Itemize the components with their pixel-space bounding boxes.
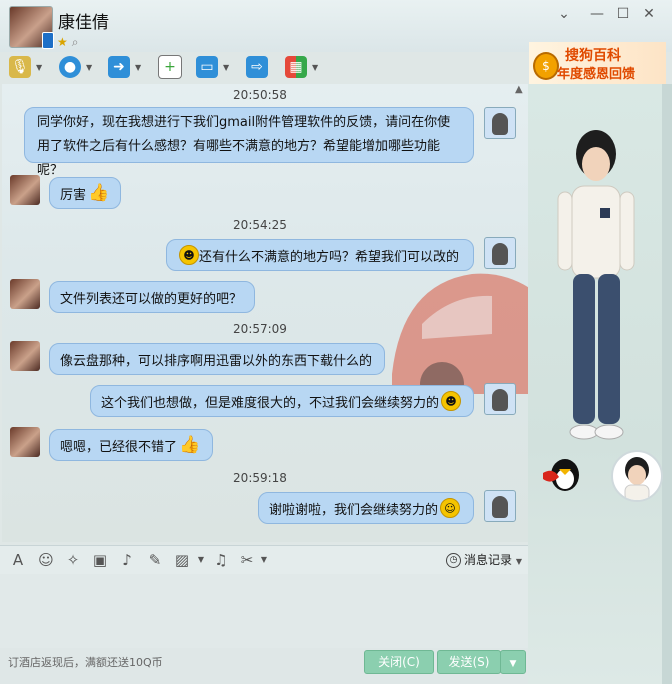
video-clip-icon[interactable]: ▣ xyxy=(90,550,110,570)
smile-emoji-icon: ☺ xyxy=(440,498,461,518)
timestamp: 20:50:58 xyxy=(233,88,287,102)
grin-emoji-icon: ☻ xyxy=(441,391,462,411)
send-options-button[interactable]: ▼ xyxy=(500,650,526,674)
message-bubble-sent[interactable]: 谢啦谢啦，我们会继续努力的 ☺ xyxy=(258,492,474,524)
message-bubble-sent[interactable]: ☻ 还有什么不满意的地方吗？希望我们可以改的 xyxy=(166,239,474,271)
voice-message-icon[interactable]: ♪ xyxy=(117,550,137,570)
history-label: 消息记录 xyxy=(464,553,513,567)
my-avatar[interactable] xyxy=(484,237,516,269)
share-screen-button[interactable]: ⇨ xyxy=(246,54,268,80)
friend-avatar[interactable] xyxy=(10,427,40,457)
message-text: 嗯嗯，已经很不错了 xyxy=(60,439,178,455)
chevron-down-icon: ▼ xyxy=(509,659,517,669)
sms-button[interactable]: + xyxy=(158,54,182,80)
screen-share-icon: ⇨ xyxy=(246,56,268,78)
handwriting-icon[interactable]: ✎ xyxy=(145,550,165,570)
close-chat-button[interactable]: 关闭(C) xyxy=(364,650,434,674)
ad-line2: 年度感恩回馈 xyxy=(557,67,636,82)
message-list[interactable]: ▲ 20:50:58 同学你好，现在我想进行下我们gmail附件管理软件的反馈，… xyxy=(2,84,528,542)
contact-avatar[interactable] xyxy=(9,6,54,49)
maximize-button[interactable]: ☐ xyxy=(614,6,632,22)
remote-desktop-button[interactable]: ▭ ▼ xyxy=(196,54,229,80)
message-bubble-received[interactable]: 嗯嗯，已经很不错了 👍 xyxy=(49,429,213,461)
message-text: 还有什么不满意的地方吗？希望我们可以改的 xyxy=(199,249,460,265)
message-bubble-received[interactable]: 厉害 👍 xyxy=(49,177,121,209)
close-button[interactable]: ✕ xyxy=(640,6,658,22)
status-icons: ★ ⌕ xyxy=(57,35,83,50)
clock-icon: ◷ xyxy=(446,553,461,568)
show-panel xyxy=(528,84,672,684)
apps-grid-icon: ▦ xyxy=(285,56,307,78)
nudge-icon[interactable]: ✧ xyxy=(63,550,83,570)
message-bubble-sent[interactable]: 这个我们也想做，但是难度很大的，不过我们会继续努力的 ☻ xyxy=(90,385,474,417)
friend-show-avatar[interactable] xyxy=(611,450,663,502)
camera-icon: ● xyxy=(59,56,81,78)
microphone-icon: 🎙 xyxy=(9,56,31,78)
message-input[interactable] xyxy=(0,574,528,648)
right-scrollbar[interactable] xyxy=(662,84,672,684)
message-bubble-sent[interactable]: 同学你好，现在我想进行下我们gmail附件管理软件的反馈，请问在你使用了软件之后… xyxy=(24,107,474,178)
chevron-down-icon[interactable]: ▼ xyxy=(254,550,274,570)
contact-name[interactable]: 康佳倩 xyxy=(58,8,109,33)
friend-show-avatar-illustration xyxy=(624,457,650,500)
friend-avatar[interactable] xyxy=(10,341,40,371)
message-text: 谢啦谢啦，我们会继续努力的 xyxy=(269,502,439,518)
ad-line1: 搜狗百科 xyxy=(565,48,621,64)
my-avatar[interactable] xyxy=(484,107,516,139)
chevron-down-icon: ▼ xyxy=(312,62,319,72)
message-bubble-received[interactable]: 像云盘那种，可以排序啊用迅雷以外的东西下载什么的 xyxy=(49,343,385,375)
qq-penguin-icon[interactable] xyxy=(539,455,583,495)
chevron-down-icon: ▼ xyxy=(135,62,142,72)
link-icon[interactable]: ⌕ xyxy=(72,35,79,49)
image-icon[interactable]: ▨ xyxy=(172,550,192,570)
chevron-down-icon: ▼ xyxy=(223,62,230,72)
my-avatar[interactable] xyxy=(484,490,516,522)
chevron-down-icon: ▼ xyxy=(36,62,43,72)
monitor-icon: ▭ xyxy=(196,56,218,78)
chevron-down-icon: ▼ xyxy=(515,557,522,566)
font-icon[interactable]: A xyxy=(8,550,28,570)
timestamp: 20:54:25 xyxy=(233,218,287,232)
coin-icon: $ xyxy=(533,52,559,80)
folder-send-icon: ➜ xyxy=(108,56,130,78)
file-transfer-button[interactable]: ➜ ▼ xyxy=(108,54,141,80)
message-text: 文件列表还可以做的更好的吧？ xyxy=(60,291,243,307)
avatar-figure-illustration xyxy=(557,130,635,440)
thumbs-up-icon: 👍 xyxy=(88,183,110,203)
timestamp: 20:57:09 xyxy=(233,322,287,336)
my-avatar[interactable] xyxy=(484,383,516,415)
chat-window: 康佳倩 ★⌕ ⌄ — ☐ ✕ 🎙▼ ●▼ ➜▼ + ▭▼ ⇨ ▦▼ xyxy=(0,0,672,684)
timestamp: 20:59:18 xyxy=(233,471,287,485)
chat-toolbar: 🎙 ▼ ● ▼ ➜ ▼ + ▭ ▼ ⇨ ▦ ▼ xyxy=(0,52,528,84)
ad-banner[interactable]: $ 搜狗百科 年度感恩回馈 xyxy=(529,42,666,84)
friend-avatar[interactable] xyxy=(10,279,40,309)
message-bubble-received[interactable]: 文件列表还可以做的更好的吧？ xyxy=(49,281,255,313)
apps-button[interactable]: ▦ ▼ xyxy=(285,54,318,80)
friend-avatar[interactable] xyxy=(10,175,40,205)
dropdown-menu-button[interactable]: ⌄ xyxy=(555,6,573,22)
grin-emoji-icon: ☻ xyxy=(179,245,199,265)
video-call-button[interactable]: ● ▼ xyxy=(59,54,92,80)
message-text: 像云盘那种，可以排序啊用迅雷以外的东西下载什么的 xyxy=(60,353,373,369)
promo-link[interactable]: 订酒店返现后，满额还送10Q币 xyxy=(8,654,163,670)
voice-call-button[interactable]: 🎙 ▼ xyxy=(9,54,42,80)
emoji-icon[interactable]: ☺ xyxy=(36,550,56,570)
music-icon[interactable]: ♫ xyxy=(211,550,231,570)
chevron-down-icon: ▼ xyxy=(86,62,93,72)
message-text: 厉害 xyxy=(60,187,87,203)
bottom-bar: 订酒店返现后，满额还送10Q币 关闭(C) 发送(S) ▼ xyxy=(0,648,528,684)
chevron-down-icon[interactable]: ▼ xyxy=(191,550,211,570)
message-text: 这个我们也想做，但是难度很大的，不过我们会继续努力的 xyxy=(101,395,440,411)
thumbs-up-icon: 👍 xyxy=(179,435,201,455)
message-history-button[interactable]: ◷ 消息记录 ▼ xyxy=(446,551,522,568)
mobile-online-icon xyxy=(42,32,54,49)
minimize-button[interactable]: — xyxy=(588,6,606,22)
message-text: 同学你好，现在我想进行下我们gmail附件管理软件的反馈，请问在你使用了软件之后… xyxy=(37,115,451,178)
input-toolbar: A ☺ ✧ ▣ ♪ ✎ ▨ ▼ ♫ ✂ ▼ ◷ 消息记录 ▼ xyxy=(0,545,528,574)
star-icon[interactable]: ★ xyxy=(57,35,68,49)
send-button[interactable]: 发送(S) xyxy=(437,650,501,674)
message-add-icon: + xyxy=(158,55,182,79)
